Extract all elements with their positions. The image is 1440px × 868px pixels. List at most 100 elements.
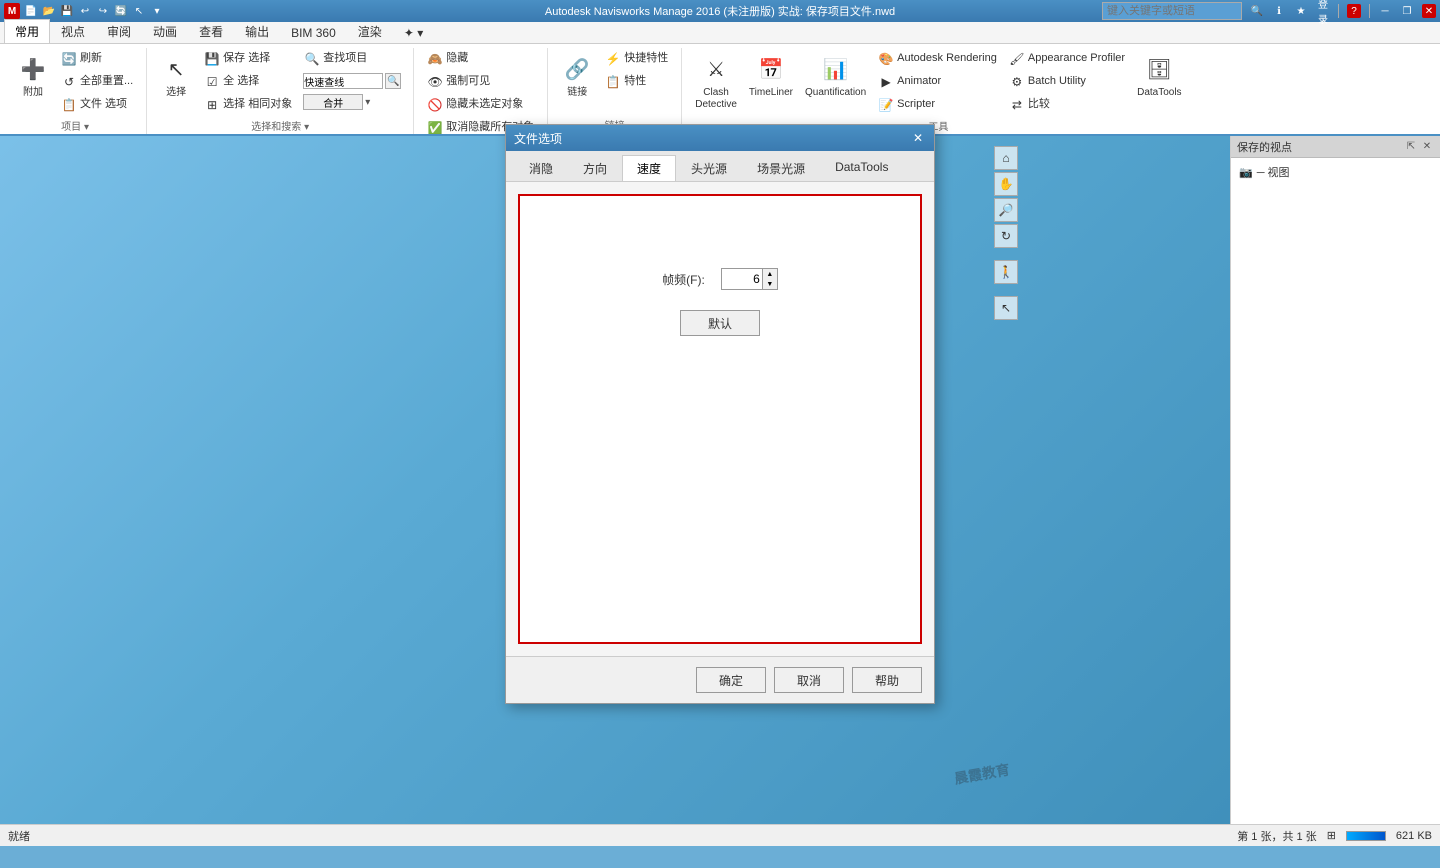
dialog-tab-hide[interactable]: 消隐 [514, 155, 568, 181]
hide-unsel-icon: 🚫 [427, 97, 443, 113]
select-mode-btn[interactable]: ↖ [132, 4, 146, 18]
tab-home[interactable]: 常用 [4, 19, 50, 43]
cancel-btn[interactable]: 取消 [774, 667, 844, 693]
ribbon-content: ➕ 附加 🔄 刷新 ↺ 全部重置... 📋 文件 选项 项目 ▾ [0, 44, 1440, 136]
redo-btn[interactable]: ↪ [96, 4, 110, 18]
status-right: 第 1 张，共 1 张 ⊞ 621 KB [1237, 828, 1432, 844]
panel-header: 保存的视点 ⇱ ✕ [1231, 136, 1440, 158]
default-btn[interactable]: 默认 [680, 310, 760, 336]
close-btn[interactable]: ✕ [1422, 4, 1436, 18]
quick-search-input[interactable] [303, 73, 383, 89]
panel-tree: 📷 ─ 视图 [1231, 158, 1440, 824]
nav-orbit-btn[interactable]: ↻ [994, 224, 1018, 248]
find-label: 查找项目 [323, 52, 367, 65]
separator2 [1369, 4, 1370, 18]
props-btn[interactable]: 📋 特性 [600, 71, 673, 93]
select-same-icon: ⊞ [204, 97, 220, 113]
batch-utility-btn[interactable]: ⚙ Batch Utility [1004, 71, 1130, 93]
find-items-btn[interactable]: 🔍 查找项目 [299, 48, 405, 70]
link-btn[interactable]: 🔗 链接 [556, 48, 598, 104]
dialog-tab-speed[interactable]: 速度 [622, 155, 676, 181]
batch-icon: ⚙ [1009, 74, 1025, 90]
undo-btn[interactable]: ↩ [78, 4, 92, 18]
login-btn[interactable]: 登录 [1316, 4, 1330, 18]
fps-spin-down[interactable]: ▼ [763, 279, 777, 289]
nav-pan-btn[interactable]: ✋ [994, 172, 1018, 196]
star-btn[interactable]: ★ [1294, 4, 1308, 18]
tab-more[interactable]: ✦ ▾ [393, 22, 434, 43]
dropdown-arrow-btn[interactable]: ▾ [150, 4, 164, 18]
help-btn[interactable]: ? [1347, 4, 1361, 18]
restore-btn[interactable]: ❐ [1400, 4, 1414, 18]
nav-spacer2 [994, 286, 1018, 294]
hide-unselected-btn[interactable]: 🚫 隐藏未选定对象 [422, 94, 539, 116]
nav-home-btn[interactable]: ⌂ [994, 146, 1018, 170]
right-panel: 保存的视点 ⇱ ✕ 📷 ─ 视图 [1230, 136, 1440, 824]
sync-btn[interactable]: 🔄 [114, 4, 128, 18]
ribbon-tabs: 常用 视点 审阅 动画 查看 输出 BIM 360 渲染 ✦ ▾ [0, 22, 1440, 44]
help-btn-dialog[interactable]: 帮助 [852, 667, 922, 693]
add-btn[interactable]: ➕ 附加 [12, 48, 54, 104]
reset-all-btn[interactable]: ↺ 全部重置... [56, 71, 138, 93]
force-visible-btn[interactable]: 👁 强制可见 [422, 71, 539, 93]
dialog-close-btn[interactable]: ✕ [910, 130, 926, 146]
save-sel-icon: 💾 [204, 51, 220, 67]
select-group-label: 选择和搜索 ▾ [251, 116, 309, 135]
save-selection-btn[interactable]: 💾 保存 选择 [199, 48, 297, 70]
timeliner-btn[interactable]: 📅 TimeLiner [744, 48, 798, 104]
refresh-btn[interactable]: 🔄 刷新 [56, 48, 138, 70]
tree-item-view[interactable]: 📷 ─ 视图 [1235, 162, 1436, 182]
tab-animation[interactable]: 动画 [142, 19, 188, 43]
file-options-icon: 📋 [61, 97, 77, 113]
select-btn[interactable]: ↖ 选择 [155, 48, 197, 104]
hide-btn[interactable]: 🙈 隐藏 [422, 48, 539, 70]
search-input[interactable] [1102, 2, 1242, 20]
fps-input[interactable] [722, 269, 762, 289]
dialog-tab-datatools[interactable]: DataTools [820, 155, 903, 181]
appearance-profiler-btn[interactable]: 🖌 Appearance Profiler [1004, 48, 1130, 70]
select-same-btn[interactable]: ⊞ 选择 相同对象 [199, 94, 297, 116]
nav-zoom-btn[interactable]: 🔎 [994, 198, 1018, 222]
dialog-tab-direction[interactable]: 方向 [568, 155, 622, 181]
minimize-btn[interactable]: ─ [1378, 4, 1392, 18]
tools-small-col2: 🖌 Appearance Profiler ⚙ Batch Utility ⇄ … [1004, 48, 1130, 116]
quick-search-btn[interactable]: 🔍 [385, 73, 401, 89]
fps-spin-up[interactable]: ▲ [763, 269, 777, 279]
select-icon: ↖ [160, 53, 192, 85]
dialog-tab-headlight[interactable]: 头光源 [676, 155, 742, 181]
clash-detective-btn[interactable]: ⚔ ClashDetective [690, 48, 742, 116]
panel-float-btn[interactable]: ⇱ [1404, 140, 1418, 154]
save-btn[interactable]: 💾 [60, 4, 74, 18]
quant-icon: 📊 [820, 53, 852, 85]
panel-close-btn[interactable]: ✕ [1420, 140, 1434, 154]
tab-output[interactable]: 输出 [234, 19, 280, 43]
tab-render[interactable]: 渲染 [347, 19, 393, 43]
autodesk-rendering-btn[interactable]: 🎨 Autodesk Rendering [873, 48, 1002, 70]
dialog-tab-scenelight[interactable]: 场景光源 [742, 155, 820, 181]
panel-title: 保存的视点 [1237, 139, 1292, 155]
tab-viewpoint[interactable]: 视点 [50, 19, 96, 43]
title-bar-left: M 📄 📂 💾 ↩ ↪ 🔄 ↖ ▾ [4, 3, 164, 19]
merge-btn[interactable]: 合并 [303, 94, 363, 110]
ok-btn[interactable]: 确定 [696, 667, 766, 693]
scripter-btn[interactable]: 📝 Scripter [873, 94, 1002, 116]
nav-cursor-btn[interactable]: ↖ [994, 296, 1018, 320]
tab-bim360[interactable]: BIM 360 [280, 22, 347, 43]
nav-walk-btn[interactable]: 🚶 [994, 260, 1018, 284]
quick-props-btn[interactable]: ⚡ 快捷特性 [600, 48, 673, 70]
open-btn[interactable]: 📂 [42, 4, 56, 18]
select-all-btn[interactable]: ☑ 全 选择 [199, 71, 297, 93]
quantification-btn[interactable]: 📊 Quantification [800, 48, 871, 104]
datatools-btn[interactable]: 🗄 DataTools [1132, 48, 1186, 104]
tools-small-col: 🎨 Autodesk Rendering ▶ Animator 📝 Script… [873, 48, 1002, 116]
tab-review[interactable]: 审阅 [96, 19, 142, 43]
group-tools: ⚔ ClashDetective 📅 TimeLiner 📊 Quantific… [682, 48, 1194, 134]
tree-icon: 📷 [1239, 166, 1253, 179]
tab-view[interactable]: 查看 [188, 19, 234, 43]
compare-btn[interactable]: ⇄ 比较 [1004, 94, 1130, 116]
help-search-btn[interactable]: 🔍 [1250, 4, 1264, 18]
new-btn[interactable]: 📄 [24, 4, 38, 18]
file-options-btn[interactable]: 📋 文件 选项 [56, 94, 138, 116]
info-btn[interactable]: ℹ [1272, 4, 1286, 18]
animator-btn[interactable]: ▶ Animator [873, 71, 1002, 93]
